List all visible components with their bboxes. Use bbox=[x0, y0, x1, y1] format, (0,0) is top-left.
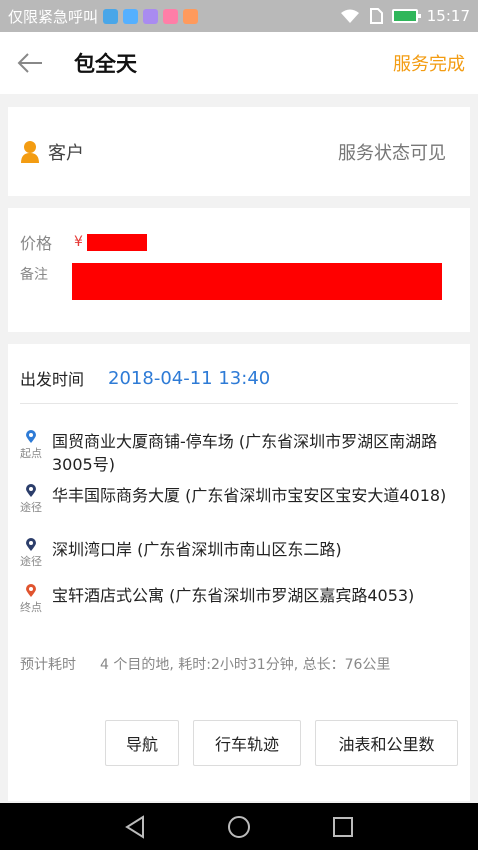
person-icon bbox=[21, 140, 39, 163]
wifi-icon bbox=[340, 9, 359, 23]
service-visibility-text: 服务状态可见 bbox=[338, 142, 446, 164]
navigate-button[interactable]: 导航 bbox=[105, 720, 179, 766]
estimate-label: 预计耗时 bbox=[20, 657, 76, 673]
app-notification-icon bbox=[183, 8, 199, 24]
route-stop-via: 途径 华丰国际商务大厦 (广东省深圳市宝安区宝安大道4018) bbox=[18, 484, 458, 515]
app-notification-icon bbox=[123, 8, 139, 24]
stop-tag: 途径 bbox=[20, 555, 42, 568]
departure-time: 2018-04-11 13:40 bbox=[108, 367, 271, 389]
price-value-redacted bbox=[86, 233, 147, 251]
battery-icon bbox=[391, 9, 421, 23]
stop-tag: 途径 bbox=[20, 501, 42, 514]
stop-address: 宝轩酒店式公寓 (广东省深圳市罗湖区嘉宾路4053) bbox=[52, 586, 415, 605]
route-stop-start: 起点 国贸商业大厦商铺-停车场 (广东省深圳市罗湖区南湖路3005号) bbox=[18, 430, 458, 476]
location-pin-icon bbox=[26, 538, 36, 551]
nav-recents-icon[interactable] bbox=[332, 816, 354, 838]
system-nav-bar bbox=[0, 803, 478, 850]
location-pin-icon bbox=[26, 484, 36, 497]
stop-address: 国贸商业大厦商铺-停车场 (广东省深圳市罗湖区南湖路3005号) bbox=[52, 432, 438, 474]
service-status-label: 服务完成 bbox=[393, 54, 465, 75]
customer-label: 客户 bbox=[48, 142, 84, 164]
odometer-button[interactable]: 油表和公里数 bbox=[315, 720, 458, 766]
nav-back-icon[interactable] bbox=[124, 814, 146, 839]
trip-estimate: 预计耗时 4 个目的地, 耗时:2小时31分钟, 总长：76公里 bbox=[20, 654, 390, 674]
app-notification-icon bbox=[143, 8, 159, 24]
app-bar: 包全天 服务完成 bbox=[0, 32, 478, 94]
track-button[interactable]: 行车轨迹 bbox=[193, 720, 301, 766]
note-value-redacted bbox=[72, 263, 442, 300]
stop-address: 深圳湾口岸 (广东省深圳市南山区东二路) bbox=[52, 540, 342, 559]
divider bbox=[20, 403, 458, 404]
status-text: 仅限紧急呼叫 bbox=[8, 7, 99, 26]
arrow-left-icon bbox=[17, 53, 42, 73]
app-notification-icon bbox=[103, 8, 119, 24]
location-pin-icon bbox=[26, 584, 36, 597]
price-label: 价格 bbox=[20, 234, 53, 253]
sim-icon bbox=[369, 8, 383, 24]
price-card: 价格 ¥ 备注 bbox=[8, 208, 470, 332]
route-stop-via: 途径 深圳湾口岸 (广东省深圳市南山区东二路) bbox=[18, 538, 458, 569]
route-stop-end: 终点 宝轩酒店式公寓 (广东省深圳市罗湖区嘉宾路4053) bbox=[18, 584, 458, 615]
stop-tag: 起点 bbox=[20, 447, 42, 460]
stop-address: 华丰国际商务大厦 (广东省深圳市宝安区宝安大道4018) bbox=[52, 486, 447, 505]
currency-symbol: ¥ bbox=[74, 234, 83, 250]
app-notification-icon bbox=[163, 8, 179, 24]
departure-label: 出发时间 bbox=[20, 370, 85, 389]
trip-card: 出发时间 2018-04-11 13:40 起点 国贸商业大厦商铺-停车场 (广… bbox=[8, 344, 470, 801]
customer-card: 客户 服务状态可见 bbox=[8, 107, 470, 196]
stop-tag: 终点 bbox=[20, 601, 42, 614]
status-time: 15:17 bbox=[426, 7, 470, 25]
location-pin-icon bbox=[26, 430, 36, 443]
status-bar: 仅限紧急呼叫 15:17 bbox=[0, 0, 478, 32]
note-label: 备注 bbox=[20, 267, 48, 283]
nav-home-icon[interactable] bbox=[227, 815, 251, 839]
back-button[interactable] bbox=[0, 32, 60, 94]
estimate-value: 4 个目的地, 耗时:2小时31分钟, 总长：76公里 bbox=[100, 657, 391, 673]
page-title: 包全天 bbox=[74, 52, 137, 76]
